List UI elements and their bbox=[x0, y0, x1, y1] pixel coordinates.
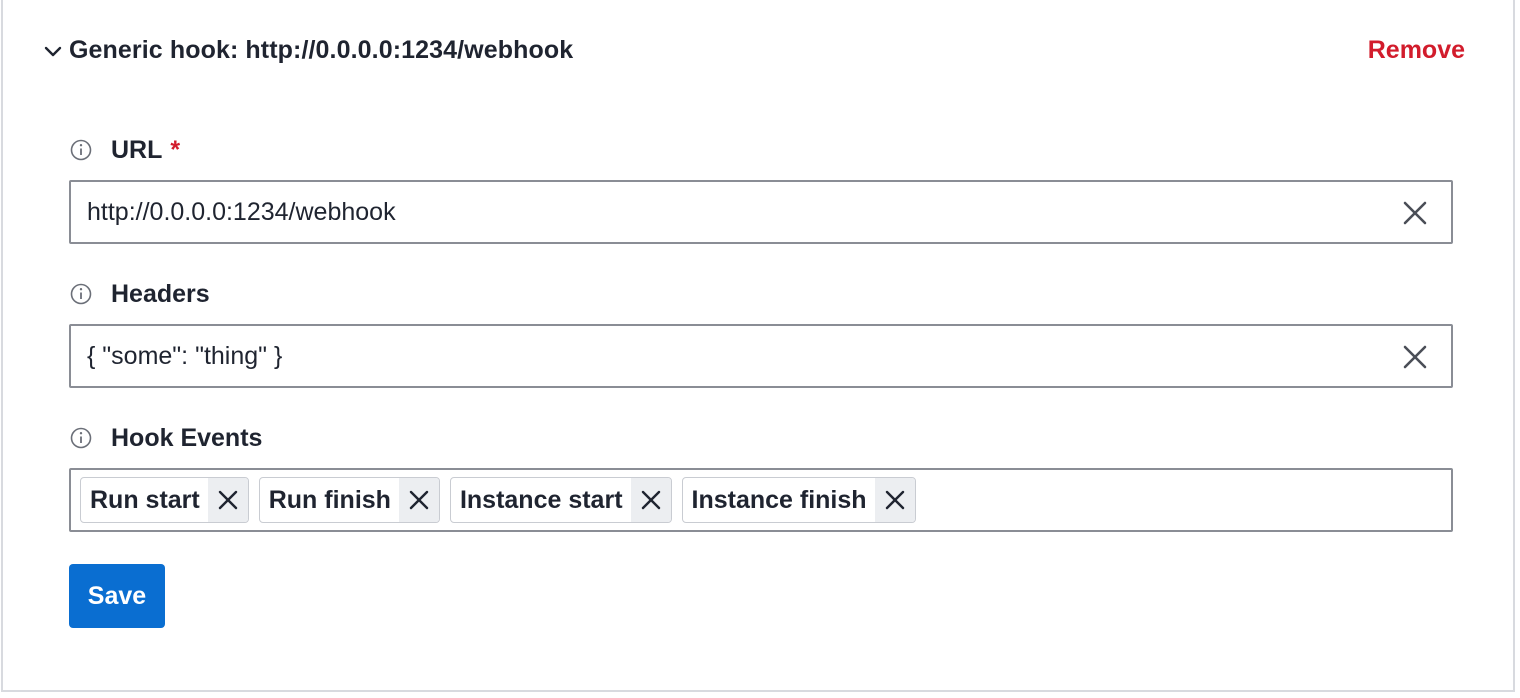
close-icon bbox=[885, 490, 904, 510]
tag-label: Run start bbox=[90, 485, 200, 514]
tag-run-finish: Run finish bbox=[258, 477, 440, 523]
tag-run-start: Run start bbox=[80, 477, 249, 523]
remove-hook-button[interactable]: Remove bbox=[1368, 36, 1465, 65]
url-label-row: URL * bbox=[69, 135, 180, 165]
hook-events-label-row: Hook Events bbox=[69, 423, 262, 453]
remove-tag-button[interactable] bbox=[207, 478, 248, 522]
headers-label-row: Headers bbox=[69, 279, 210, 309]
info-icon[interactable] bbox=[69, 426, 93, 450]
tag-instance-finish: Instance finish bbox=[681, 477, 916, 523]
close-icon bbox=[218, 490, 237, 510]
generic-hook-panel: Generic hook: http://0.0.0.0:1234/webhoo… bbox=[1, 0, 1515, 692]
headers-field-container bbox=[69, 324, 1453, 388]
remove-tag-button[interactable] bbox=[398, 478, 439, 522]
headers-field[interactable] bbox=[87, 326, 1367, 386]
remove-tag-button[interactable] bbox=[874, 478, 915, 522]
info-icon[interactable] bbox=[69, 138, 93, 162]
hook-events-multiselect[interactable]: Run start Run finish Instance start Inst… bbox=[69, 468, 1453, 532]
required-marker: * bbox=[170, 135, 181, 164]
tag-label: Instance start bbox=[459, 485, 623, 514]
close-icon[interactable] bbox=[1401, 199, 1429, 227]
close-icon bbox=[641, 490, 660, 510]
tag-label: Run finish bbox=[268, 485, 391, 514]
close-icon[interactable] bbox=[1401, 343, 1429, 371]
url-field-container bbox=[69, 180, 1453, 244]
tag-label: Instance finish bbox=[691, 485, 867, 514]
url-field[interactable] bbox=[87, 182, 1367, 242]
headers-label: Headers bbox=[111, 279, 210, 308]
hook-title[interactable]: Generic hook: http://0.0.0.0:1234/webhoo… bbox=[69, 36, 573, 65]
tag-instance-start: Instance start bbox=[449, 477, 672, 523]
save-button[interactable]: Save bbox=[69, 564, 165, 628]
info-icon[interactable] bbox=[69, 282, 93, 306]
hook-header: Generic hook: http://0.0.0.0:1234/webhoo… bbox=[3, 0, 1513, 104]
close-icon bbox=[409, 490, 429, 510]
remove-tag-button[interactable] bbox=[630, 478, 671, 522]
url-label: URL bbox=[111, 135, 163, 164]
hook-events-label: Hook Events bbox=[111, 423, 263, 452]
chevron-down-icon[interactable] bbox=[43, 42, 63, 62]
